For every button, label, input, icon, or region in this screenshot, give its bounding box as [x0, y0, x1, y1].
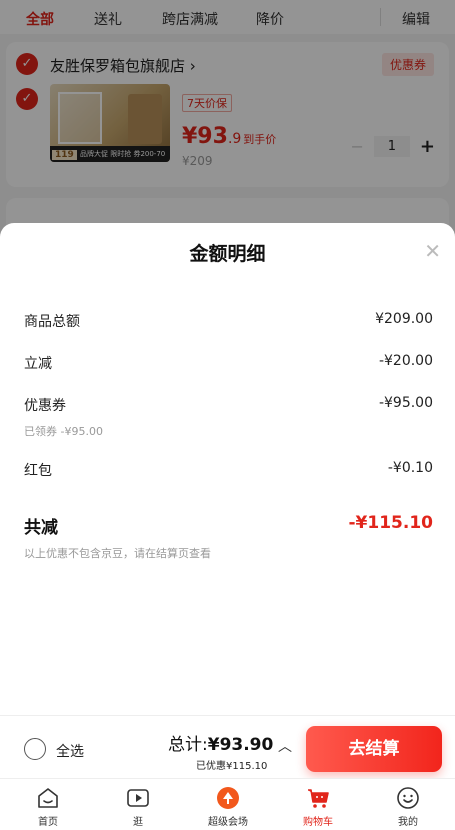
close-icon[interactable]: ✕ — [424, 239, 441, 263]
profile-icon — [397, 787, 419, 809]
nav-item-profile[interactable]: 我的 — [373, 785, 443, 828]
row-coupon-sub: 已领券 -¥95.00 — [24, 425, 103, 438]
row-redpacket-label: 红包 — [24, 463, 52, 479]
saved-amount: 已优惠¥115.10 — [196, 761, 268, 772]
row-coupon-label: 优惠券 — [24, 398, 66, 414]
home-icon — [38, 788, 58, 808]
sheet-title: 金额明细 — [189, 243, 266, 265]
nav-item-browse[interactable]: 逛 — [103, 785, 173, 828]
row-discount-value: -¥20.00 — [378, 353, 433, 369]
checkout-bar: 全选 总计:¥93.90 已优惠¥115.10 ︿ 去结算 — [0, 715, 455, 778]
row-redpacket-value: -¥0.10 — [387, 460, 433, 476]
chevron-up-icon[interactable]: ︿ — [278, 736, 292, 756]
total-sum[interactable]: 总计:¥93.90 — [168, 730, 273, 755]
nav-label-cart: 购物车 — [303, 817, 333, 828]
video-icon — [127, 789, 149, 807]
total-discount-label: 共减 — [24, 518, 58, 538]
row-discount-label: 立减 — [24, 356, 52, 372]
select-all-radio[interactable] — [24, 738, 46, 760]
nav-item-venue[interactable]: 超级会场 — [193, 785, 263, 828]
venue-icon — [217, 787, 239, 809]
cart-icon — [308, 789, 329, 808]
nav-item-home[interactable]: 首页 — [13, 785, 83, 828]
row-goods-total-label: 商品总额 — [24, 314, 80, 330]
nav-label-venue: 超级会场 — [208, 817, 248, 828]
row-goods-total-value: ¥209.00 — [375, 311, 433, 327]
nav-label-home: 首页 — [38, 817, 58, 828]
total-amount: ¥93.90 — [207, 735, 274, 755]
nav-label-profile: 我的 — [398, 817, 418, 828]
row-coupon-value: -¥95.00 — [378, 395, 433, 411]
total-prefix: 总计: — [168, 735, 208, 755]
discount-note: 以上优惠不包含京豆，请在结算页查看 — [24, 547, 211, 560]
nav-item-cart[interactable]: 购物车 — [283, 785, 353, 828]
total-discount-value: -¥115.10 — [348, 513, 434, 533]
bottom-nav: 首页 逛 超级会场 购物车 我的 — [0, 778, 455, 830]
select-all-label[interactable]: 全选 — [56, 741, 84, 761]
nav-label-browse: 逛 — [133, 817, 143, 828]
checkout-button[interactable]: 去结算 — [306, 726, 442, 772]
